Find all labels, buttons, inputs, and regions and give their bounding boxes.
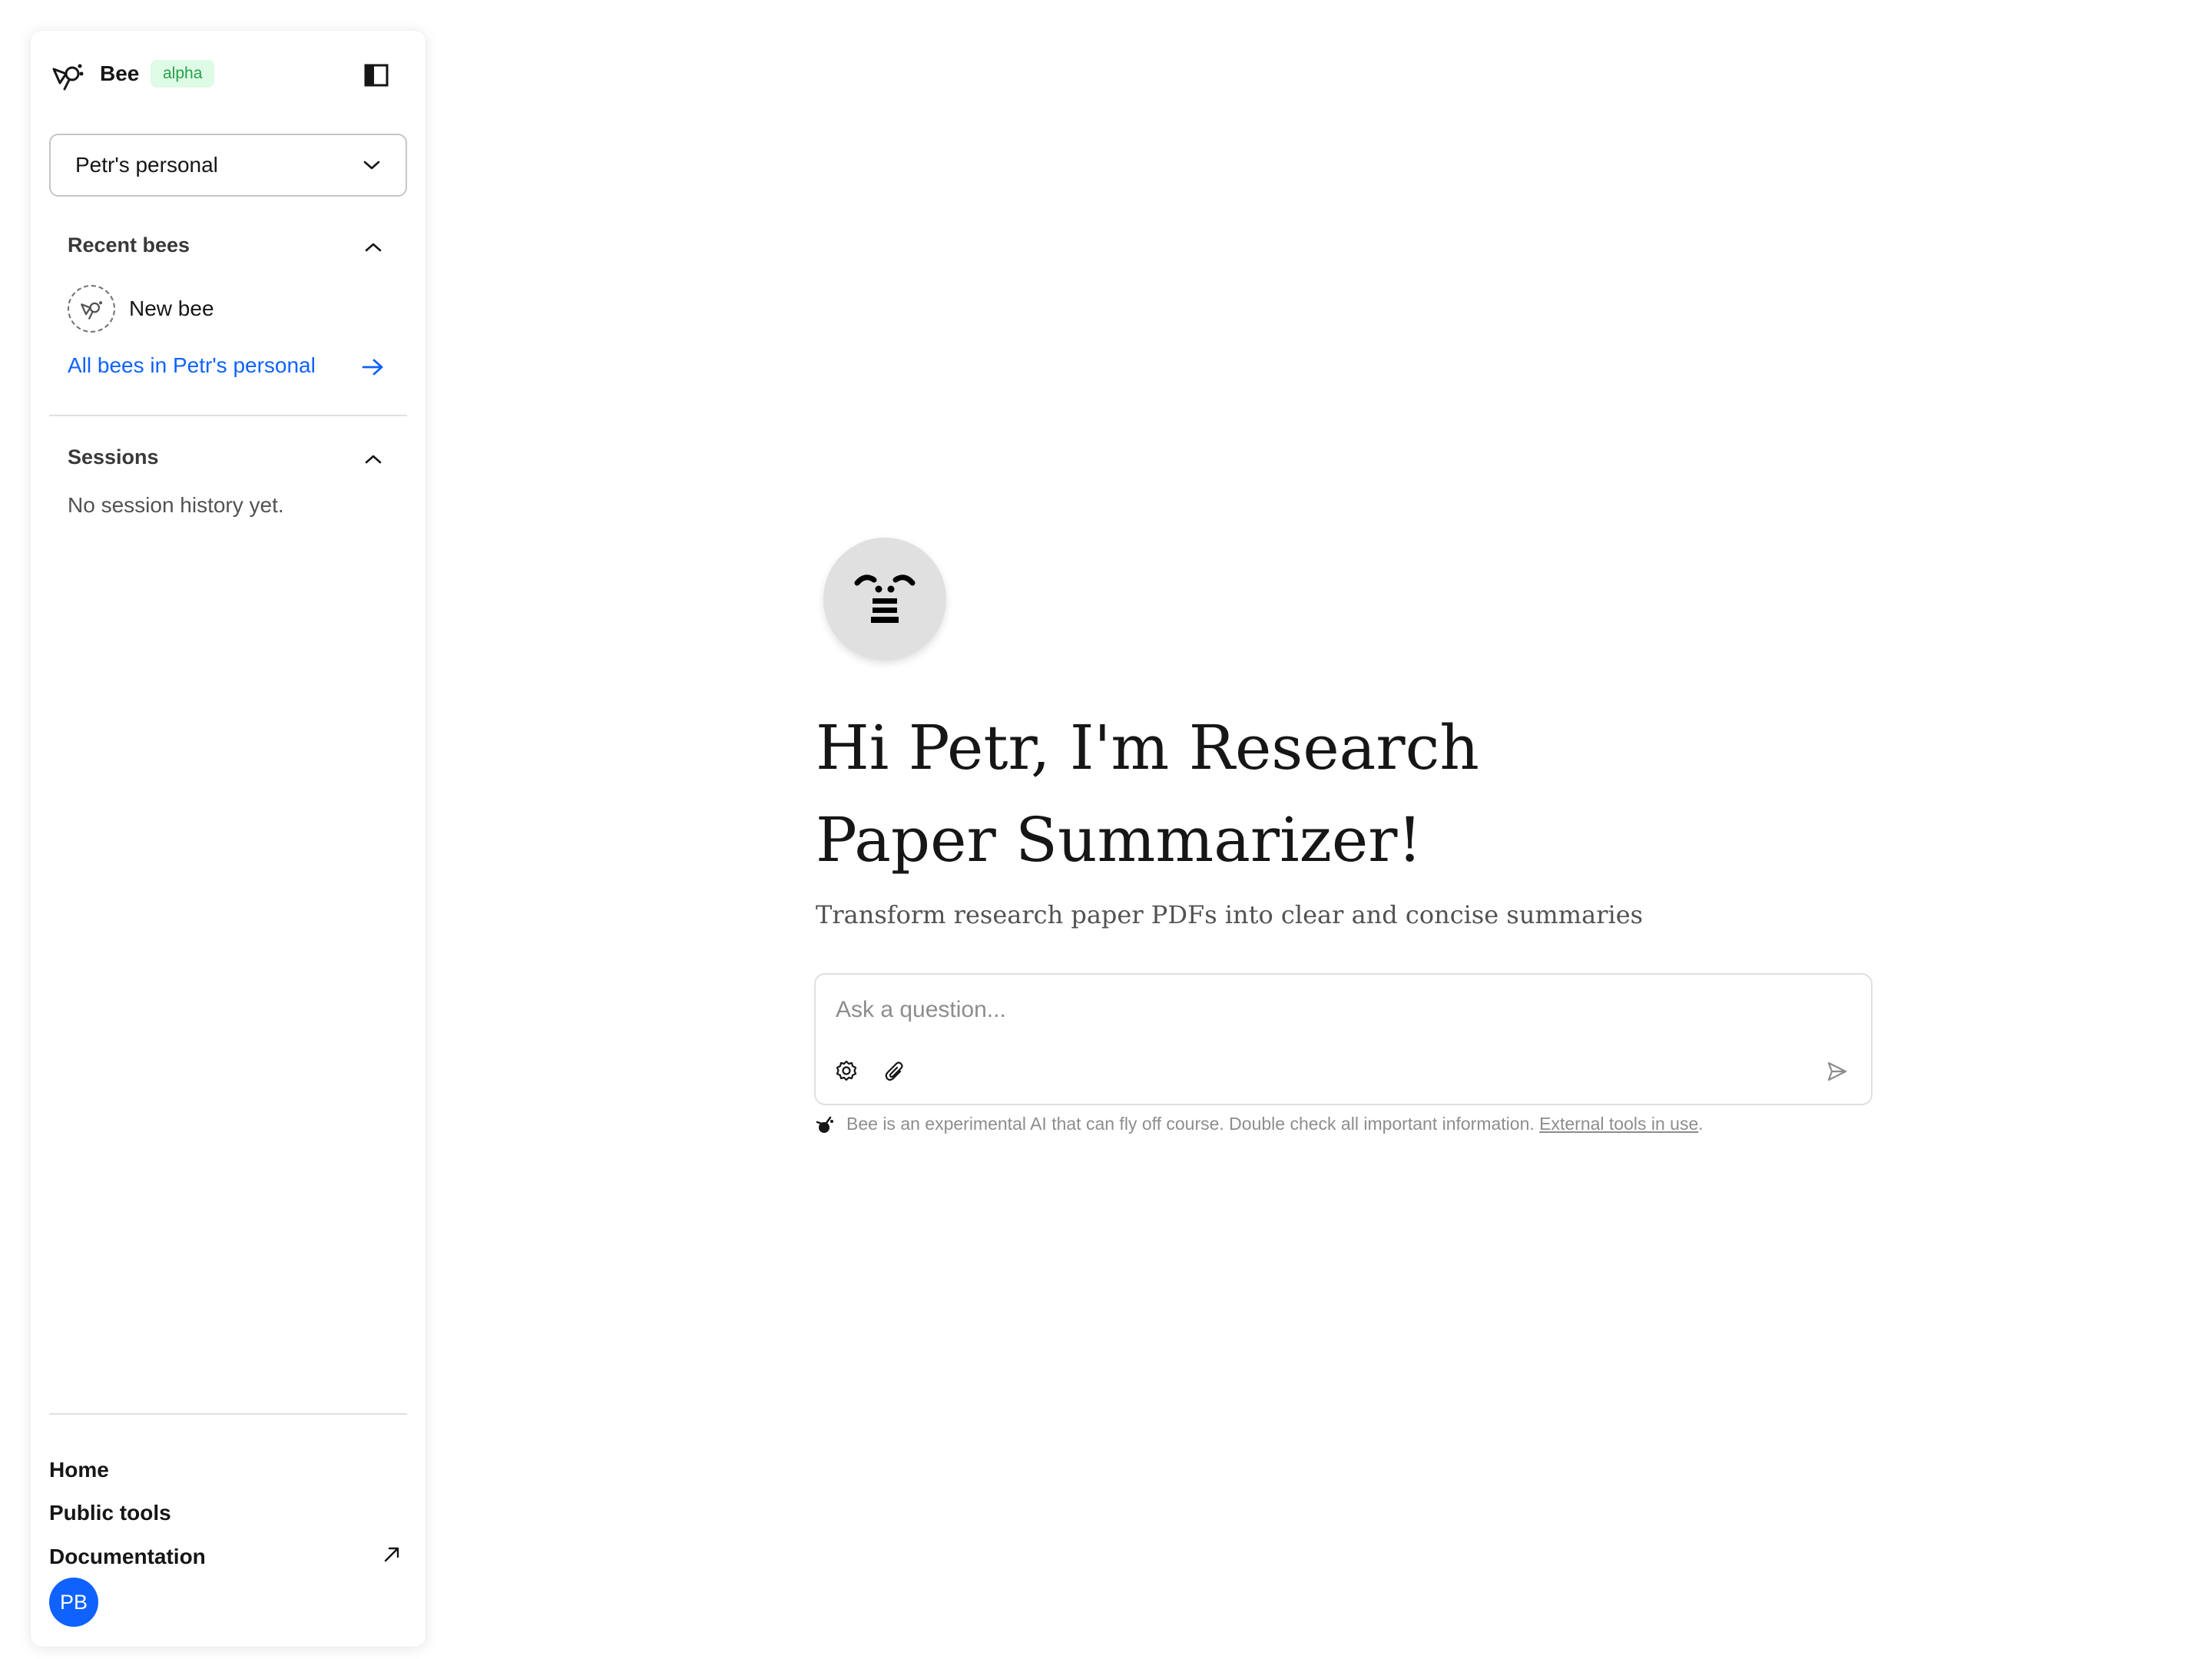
disclaimer-suffix: .: [1698, 1114, 1704, 1134]
external-tools-link[interactable]: External tools in use: [1539, 1114, 1698, 1134]
arrow-right-icon[interactable]: [358, 353, 389, 381]
alpha-badge: alpha: [151, 60, 215, 88]
bee-small-icon: [816, 1114, 836, 1134]
paperclip-icon: [885, 1061, 903, 1081]
recent-bees-title: Recent bees: [68, 233, 190, 257]
footer-divider: [49, 1413, 407, 1415]
arrow-up-right-icon[interactable]: [378, 1541, 406, 1568]
all-bees-link[interactable]: All bees in Petr's personal: [68, 353, 316, 378]
chevron-up-icon: [365, 455, 382, 464]
bee-description: Transform research paper PDFs into clear…: [816, 900, 1644, 929]
nav-public-tools-link[interactable]: Public tools: [49, 1501, 171, 1525]
disclaimer-text: Bee is an experimental AI that can fly o…: [846, 1114, 1535, 1134]
attach-button[interactable]: [880, 1056, 911, 1087]
sidebar-divider: [49, 415, 407, 416]
sessions-title: Sessions: [68, 445, 159, 469]
disclaimer: Bee is an experimental AI that can fly o…: [816, 1114, 1704, 1134]
recent-bee-item[interactable]: New bee: [68, 285, 214, 333]
new-bee-icon: [68, 285, 115, 333]
send-icon: [1827, 1061, 1847, 1081]
message-composer: [814, 973, 1873, 1105]
space-selector-value: Petr's personal: [75, 153, 218, 177]
recent-bees-collapse-button[interactable]: [358, 232, 389, 263]
nav-documentation-link[interactable]: Documentation: [49, 1545, 206, 1569]
nav-home-link[interactable]: Home: [49, 1458, 109, 1482]
recent-bee-label: New bee: [129, 296, 214, 320]
settings-gear-icon: [836, 1060, 857, 1081]
send-button[interactable]: [1822, 1056, 1853, 1087]
sidebar-toggle-icon[interactable]: [361, 60, 392, 91]
greeting-heading: Hi Petr, I'm Research Paper Summarizer!: [816, 702, 1584, 886]
bee-logo-icon[interactable]: [49, 57, 86, 94]
bee-face-icon: [854, 575, 916, 623]
greeting-line-1: Hi Petr, I'm Research: [816, 712, 1479, 783]
sidebar: Bee alpha Petr's personal Recent bees Ne…: [31, 31, 426, 1647]
greeting-line-2: Paper Summarizer!: [816, 804, 1422, 876]
bee-avatar: [823, 538, 946, 661]
sessions-empty-text: No session history yet.: [68, 493, 284, 517]
sessions-collapse-button[interactable]: [358, 444, 389, 475]
settings-button[interactable]: [831, 1056, 862, 1087]
space-selector[interactable]: Petr's personal: [49, 134, 407, 197]
chevron-down-icon: [363, 159, 381, 171]
brand-name: Bee: [100, 61, 140, 85]
user-avatar[interactable]: PB: [49, 1578, 98, 1627]
question-input[interactable]: [836, 995, 1834, 1025]
chevron-up-icon: [365, 243, 382, 252]
